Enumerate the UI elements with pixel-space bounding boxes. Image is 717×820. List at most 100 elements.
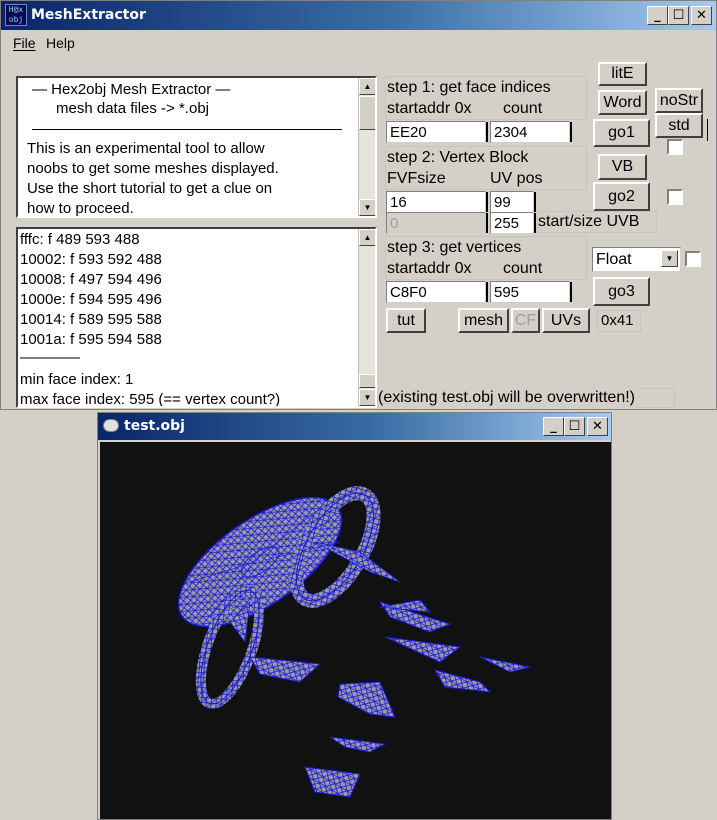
log-scrollbar[interactable]: ▲ ▼ xyxy=(358,229,375,406)
log-textarea[interactable]: fffc: f 489 593 488 10002: f 593 592 488… xyxy=(16,227,377,408)
step2-uvpos-label: UV pos xyxy=(490,169,543,189)
hex-value-label: 0x41 xyxy=(601,311,634,331)
step1-title: step 1: get face indices xyxy=(387,78,551,98)
mesh-viewport[interactable] xyxy=(100,442,611,819)
vertex-type-select[interactable]: Float ▼ xyxy=(592,247,681,272)
text-cursor xyxy=(534,213,536,233)
lite-button[interactable]: litE xyxy=(598,62,647,86)
uvs-button[interactable]: UVs xyxy=(542,308,590,333)
mesh-fragment xyxy=(304,766,361,798)
go1-checkbox[interactable] xyxy=(667,139,683,155)
status-text: (existing test.obj will be overwritten!) xyxy=(378,388,635,408)
chevron-down-icon: ▼ xyxy=(665,254,674,263)
mesh-render xyxy=(177,486,531,798)
main-window: H@x obj MeshExtractor _ ☐ ✕ File Help — … xyxy=(0,0,717,410)
step1-count-label: count xyxy=(503,99,543,119)
fvf-size-input[interactable]: 16 xyxy=(386,191,486,213)
text-cursor xyxy=(486,213,488,233)
maximize-button[interactable]: ☐ xyxy=(668,6,689,25)
scroll-thumb[interactable] xyxy=(359,374,375,388)
close-button[interactable]: ✕ xyxy=(691,6,712,25)
arrow-up-icon: ▲ xyxy=(363,233,372,242)
dropdown-button[interactable]: ▼ xyxy=(661,250,678,267)
vb-button[interactable]: VB xyxy=(598,154,647,180)
arrow-up-icon: ▲ xyxy=(363,82,372,91)
info-textarea[interactable]: — Hex2obj Mesh Extractor — mesh data fil… xyxy=(16,76,377,218)
go1-button[interactable]: go1 xyxy=(593,119,650,147)
step2-title: step 2: Vertex Block xyxy=(387,148,529,168)
log-line: 10002: f 593 592 488 xyxy=(20,251,162,268)
scroll-up-button[interactable]: ▲ xyxy=(359,78,375,95)
info-body-line-3: Use the short tutorial to get a clue on xyxy=(27,180,273,197)
step1-count-input[interactable]: 2304 xyxy=(490,121,570,143)
mesh-fragment xyxy=(479,656,531,673)
mesh-fragment xyxy=(329,736,387,753)
step1-startaddr-input[interactable]: EE20 xyxy=(386,121,486,143)
vertex-type-value: Float xyxy=(596,251,632,268)
go2-checkbox[interactable] xyxy=(667,189,683,205)
close-button[interactable]: ✕ xyxy=(587,417,608,436)
menu-help[interactable]: Help xyxy=(46,35,75,51)
minimize-button[interactable]: _ xyxy=(543,417,564,436)
minimize-button[interactable]: _ xyxy=(647,6,668,25)
maximize-icon: ☐ xyxy=(672,8,685,23)
log-line: 10014: f 589 595 588 xyxy=(20,311,162,328)
viewer-title-bar[interactable]: test.obj _ ☐ ✕ xyxy=(98,413,611,440)
tut-button[interactable]: tut xyxy=(386,308,426,333)
maximize-icon: ☐ xyxy=(568,419,581,434)
uvb-size-input[interactable]: 255 xyxy=(490,212,534,234)
mesh-fragment xyxy=(337,681,396,718)
info-body-line-1: This is an experimental tool to allow xyxy=(27,140,265,157)
go3-button[interactable]: go3 xyxy=(593,277,650,306)
step1-startaddr-label: startaddr 0x xyxy=(387,99,472,119)
text-cursor xyxy=(707,119,708,141)
main-title-bar[interactable]: H@x obj MeshExtractor _ ☐ ✕ xyxy=(1,1,716,30)
viewer-window-title: test.obj xyxy=(124,418,185,434)
step3-startaddr-label: startaddr 0x xyxy=(387,259,472,279)
app-icon: H@x obj xyxy=(5,4,27,26)
log-line: 1000e: f 594 595 496 xyxy=(20,291,162,308)
log-line: min face index: 1 xyxy=(20,371,134,388)
step3-title: step 3: get vertices xyxy=(387,238,522,258)
mesh-fragment xyxy=(384,636,462,663)
info-heading: — Hex2obj Mesh Extractor — xyxy=(32,81,231,98)
step3-startaddr-input[interactable]: C8F0 xyxy=(386,281,486,303)
step3-count-input[interactable]: 595 xyxy=(490,281,570,303)
scroll-down-button[interactable]: ▼ xyxy=(359,389,375,406)
mesh-fragment xyxy=(249,656,322,683)
text-cursor xyxy=(486,192,488,212)
std-button[interactable]: std xyxy=(655,113,703,138)
uv-pos-input[interactable]: 99 xyxy=(490,191,534,213)
arrow-down-icon: ▼ xyxy=(363,203,372,212)
text-cursor xyxy=(570,282,572,302)
info-divider xyxy=(32,129,342,130)
main-window-title: MeshExtractor xyxy=(31,7,146,23)
scroll-down-button[interactable]: ▼ xyxy=(359,199,375,216)
minimize-icon: _ xyxy=(550,419,557,434)
step3-count-label: count xyxy=(503,259,543,279)
log-line: max face index: 595 (== vertex count?) xyxy=(20,391,281,408)
log-line: 10008: f 497 594 496 xyxy=(20,271,162,288)
viewer-window: test.obj _ ☐ ✕ xyxy=(97,412,612,820)
text-cursor xyxy=(534,192,536,212)
vertex-type-checkbox[interactable] xyxy=(685,251,701,267)
go2-button[interactable]: go2 xyxy=(593,182,650,211)
mesh-fragment xyxy=(433,669,492,693)
info-body-line-2: noobs to get some meshes displayed. xyxy=(27,160,279,177)
scroll-thumb[interactable] xyxy=(359,96,375,130)
nostr-button[interactable]: noStr xyxy=(655,88,703,113)
menu-file[interactable]: File xyxy=(13,35,36,51)
arrow-down-icon: ▼ xyxy=(363,393,372,402)
cf-button: CF xyxy=(511,308,540,333)
scroll-up-button[interactable]: ▲ xyxy=(359,229,375,246)
menu-bar: File Help xyxy=(1,32,716,54)
close-icon: ✕ xyxy=(592,419,603,434)
text-cursor xyxy=(486,122,488,142)
text-cursor xyxy=(486,282,488,302)
mesh-button[interactable]: mesh xyxy=(458,308,509,333)
log-line: ———— xyxy=(20,349,80,366)
word-button[interactable]: Word xyxy=(598,90,647,115)
maximize-button[interactable]: ☐ xyxy=(564,417,585,436)
log-line: 1001a: f 595 594 588 xyxy=(20,331,162,348)
info-scrollbar[interactable]: ▲ ▼ xyxy=(358,78,375,216)
